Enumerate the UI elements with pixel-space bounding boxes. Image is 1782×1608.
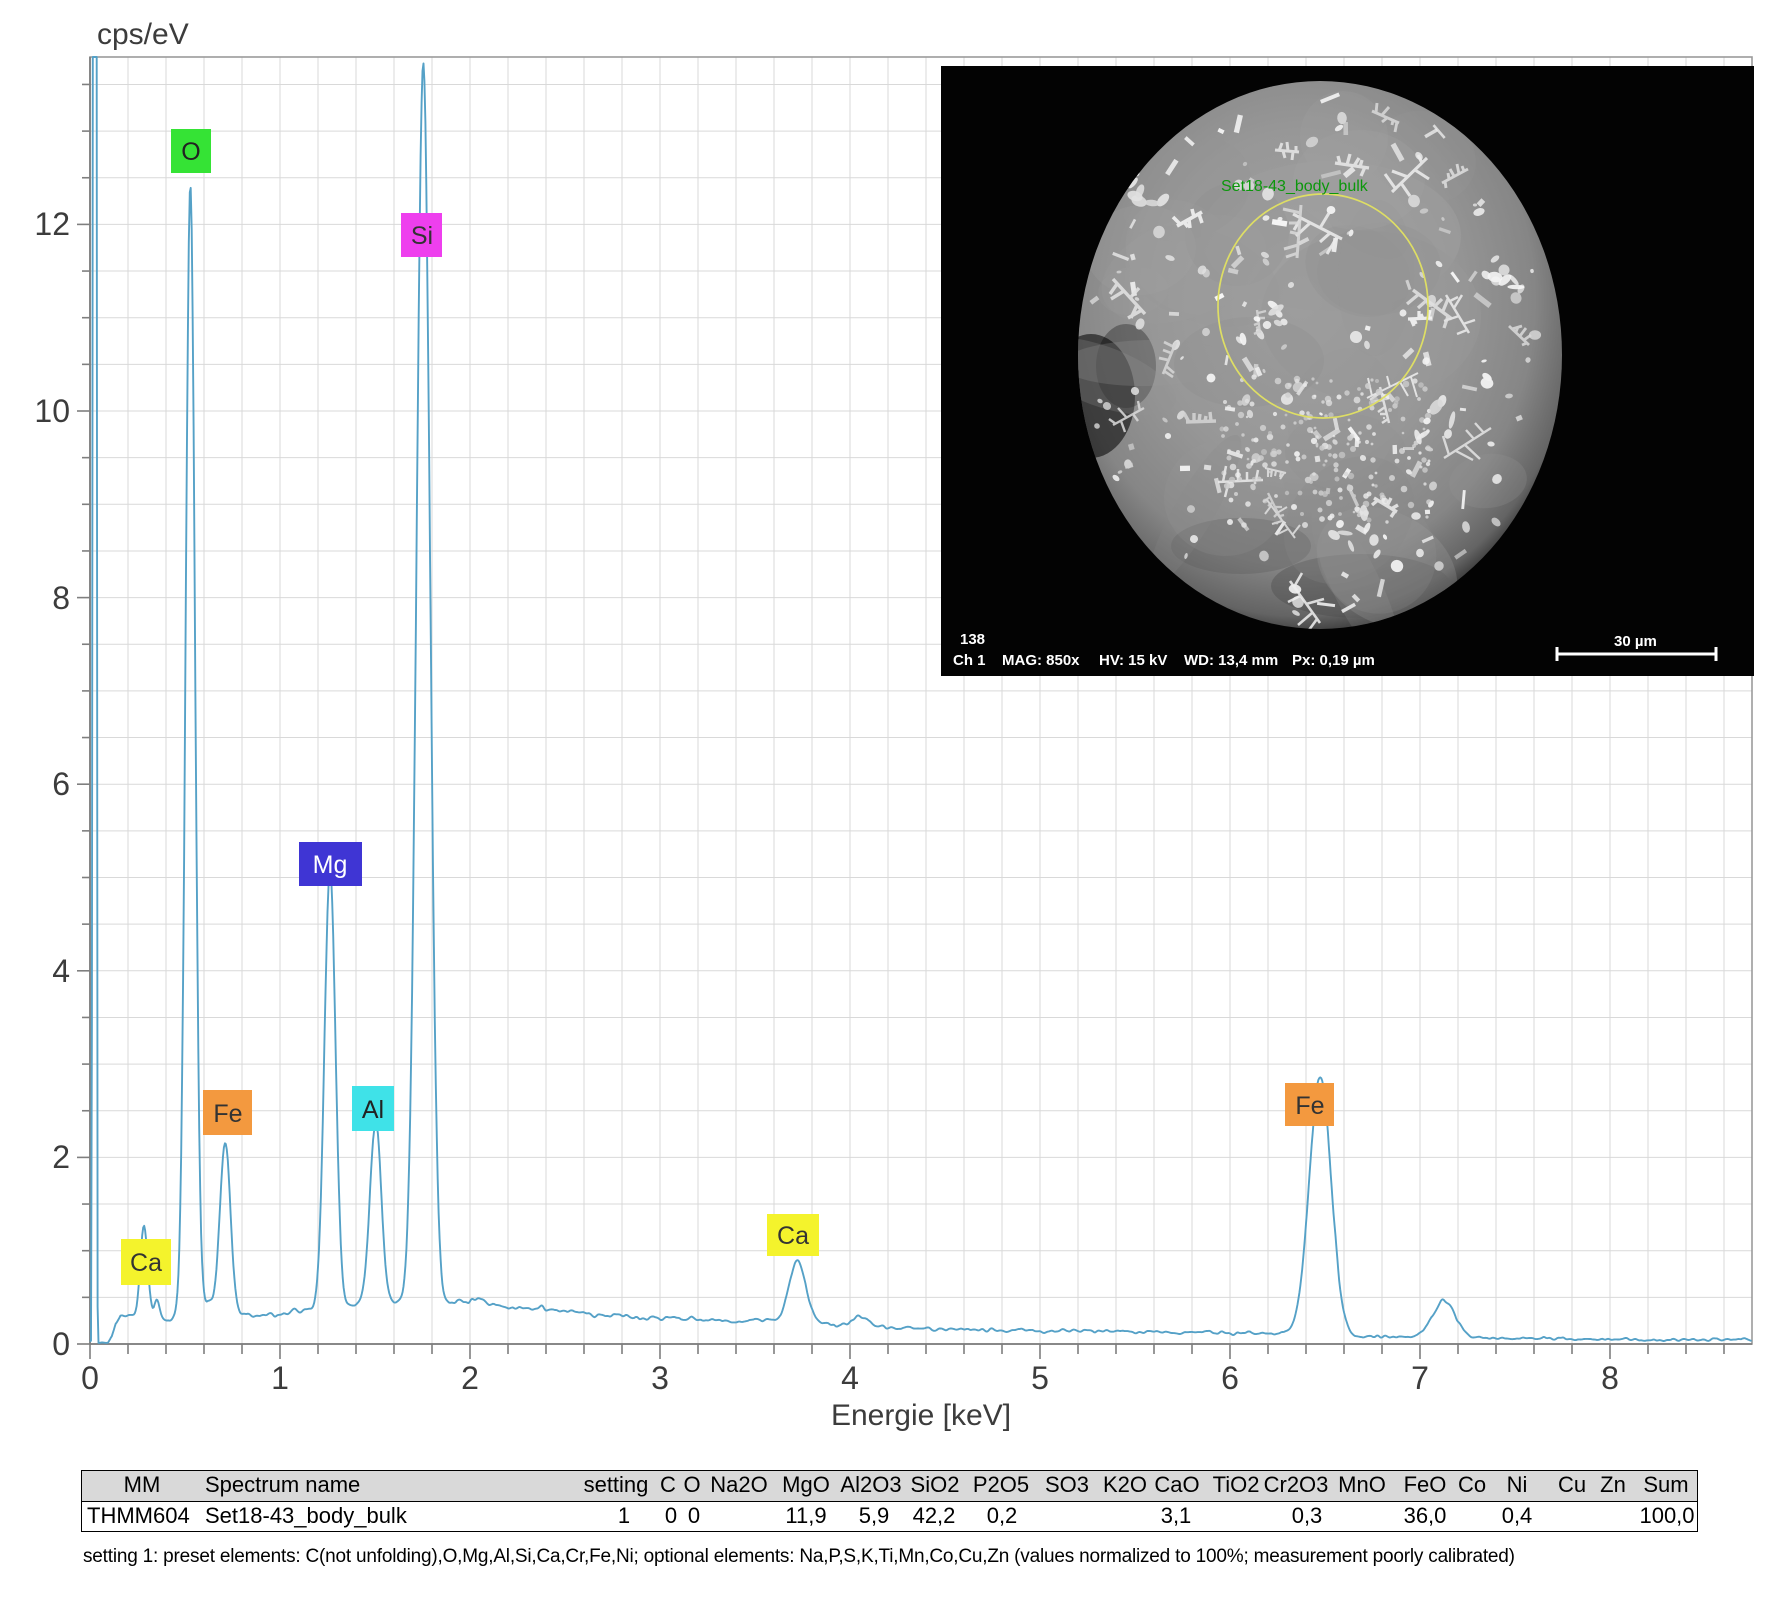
svg-text:4: 4 <box>52 953 70 989</box>
svg-text:Ch 1: Ch 1 <box>953 652 986 669</box>
svg-text:5: 5 <box>1031 1360 1049 1396</box>
svg-text:Mg: Mg <box>313 851 348 879</box>
svg-text:0: 0 <box>81 1360 99 1396</box>
svg-text:12: 12 <box>34 206 70 242</box>
svg-text:MAG: 850x: MAG: 850x <box>1002 652 1080 669</box>
svg-text:8: 8 <box>1601 1360 1619 1396</box>
svg-text:HV: 15 kV: HV: 15 kV <box>1099 652 1167 669</box>
svg-text:cps/eV: cps/eV <box>97 18 189 51</box>
svg-text:Al: Al <box>362 1096 384 1124</box>
svg-text:Ca: Ca <box>130 1249 162 1277</box>
svg-text:WD: 13,4 mm: WD: 13,4 mm <box>1184 652 1278 669</box>
svg-text:2: 2 <box>52 1139 70 1175</box>
svg-text:1: 1 <box>271 1360 289 1396</box>
svg-text:7: 7 <box>1411 1360 1429 1396</box>
svg-text:Set18-43_body_bulk: Set18-43_body_bulk <box>1221 178 1369 195</box>
svg-text:6: 6 <box>1221 1360 1239 1396</box>
svg-text:O: O <box>181 138 200 166</box>
svg-text:Fe: Fe <box>1295 1092 1324 1120</box>
svg-text:4: 4 <box>841 1360 859 1396</box>
svg-text:Px: 0,19 µm: Px: 0,19 µm <box>1292 652 1375 669</box>
svg-text:Si: Si <box>411 222 433 250</box>
svg-text:10: 10 <box>34 393 70 429</box>
svg-text:Energie [keV]: Energie [keV] <box>831 1399 1011 1432</box>
svg-text:6: 6 <box>52 766 70 802</box>
svg-text:Fe: Fe <box>213 1100 242 1128</box>
svg-text:30 µm: 30 µm <box>1614 633 1657 650</box>
svg-text:8: 8 <box>52 580 70 616</box>
svg-text:0: 0 <box>52 1326 70 1362</box>
svg-text:3: 3 <box>651 1360 669 1396</box>
svg-text:2: 2 <box>461 1360 479 1396</box>
svg-text:138: 138 <box>960 631 985 648</box>
svg-text:Ca: Ca <box>777 1222 809 1250</box>
